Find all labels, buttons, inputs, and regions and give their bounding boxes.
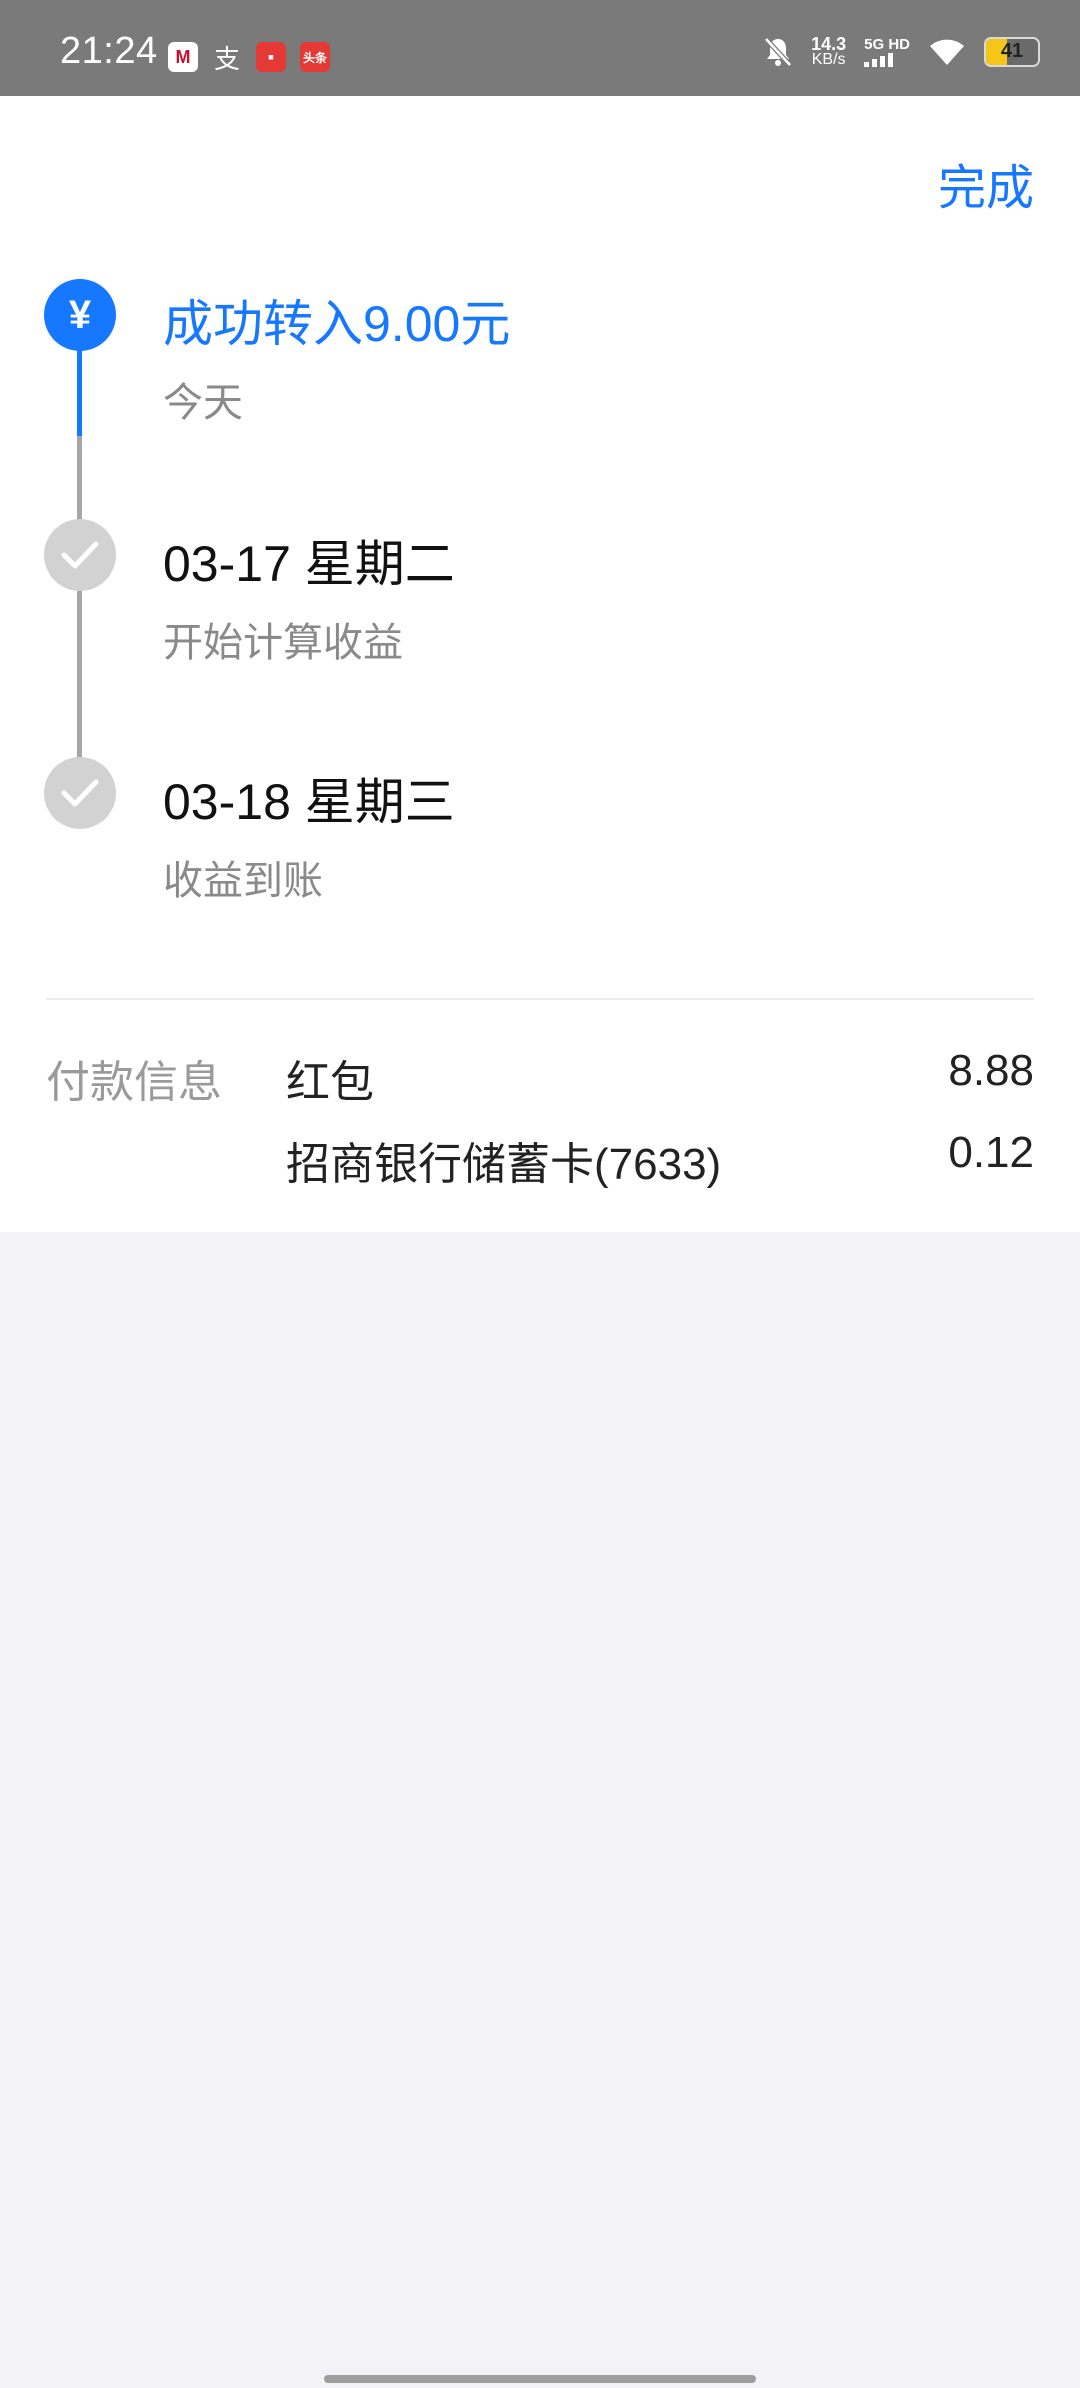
step-subtitle-earnings-arrive: 收益到账 bbox=[163, 859, 323, 903]
divider bbox=[46, 998, 1034, 1000]
status-bar: 21:24 M 支 ▪ 头条 14.3 KB/s 5G HD 41 bbox=[0, 0, 1080, 96]
net-speed: 14.3 KB/s bbox=[811, 34, 847, 68]
status-time: 21:24 bbox=[60, 30, 158, 72]
battery-icon: 41 bbox=[984, 37, 1040, 67]
net-speed-unit: KB/s bbox=[811, 51, 846, 68]
net-speed-value: 14.3 bbox=[811, 34, 847, 54]
payment-method-name: 红包 bbox=[286, 1058, 374, 1107]
notification-icons: M 支 ▪ 头条 bbox=[168, 42, 330, 74]
status-indicators: 14.3 KB/s 5G HD 41 bbox=[763, 34, 1040, 68]
payment-method-name: 招商银行储蓄卡(7633) bbox=[286, 1140, 722, 1189]
mute-bell-icon bbox=[764, 37, 792, 67]
yuan-icon: ¥ bbox=[44, 279, 116, 351]
home-indicator[interactable] bbox=[324, 2375, 756, 2383]
check-icon bbox=[44, 519, 116, 591]
step-title-transfer: 成功转入9.00元 bbox=[163, 296, 511, 352]
payment-amount: 0.12 bbox=[948, 1128, 1034, 1177]
done-button[interactable]: 完成 bbox=[938, 148, 1034, 218]
app-red-icon: ▪ bbox=[256, 42, 286, 72]
payment-info-label: 付款信息 bbox=[46, 1058, 222, 1107]
cellular-signal: 5G HD bbox=[864, 37, 910, 67]
step-title-start-date: 03-17 星期二 bbox=[163, 536, 455, 592]
result-card: 完成 ¥ 成功转入9.00元 今天 03-17 星期二 开始计算收益 03-18… bbox=[0, 96, 1080, 1232]
step-subtitle-today: 今天 bbox=[163, 381, 243, 425]
step-subtitle-start-earnings: 开始计算收益 bbox=[163, 621, 403, 665]
check-icon bbox=[44, 757, 116, 829]
battery-level: 41 bbox=[1000, 40, 1024, 62]
signal-bars-icon bbox=[864, 53, 894, 67]
alipay-icon: 支 bbox=[213, 43, 240, 74]
cmb-bank-icon: M bbox=[168, 42, 198, 72]
payment-amount: 8.88 bbox=[948, 1046, 1034, 1095]
network-type: 5G HD bbox=[864, 36, 910, 53]
step-title-arrival-date: 03-18 星期三 bbox=[163, 774, 455, 830]
toutiao-icon: 头条 bbox=[300, 42, 330, 72]
wifi-icon bbox=[930, 39, 964, 65]
